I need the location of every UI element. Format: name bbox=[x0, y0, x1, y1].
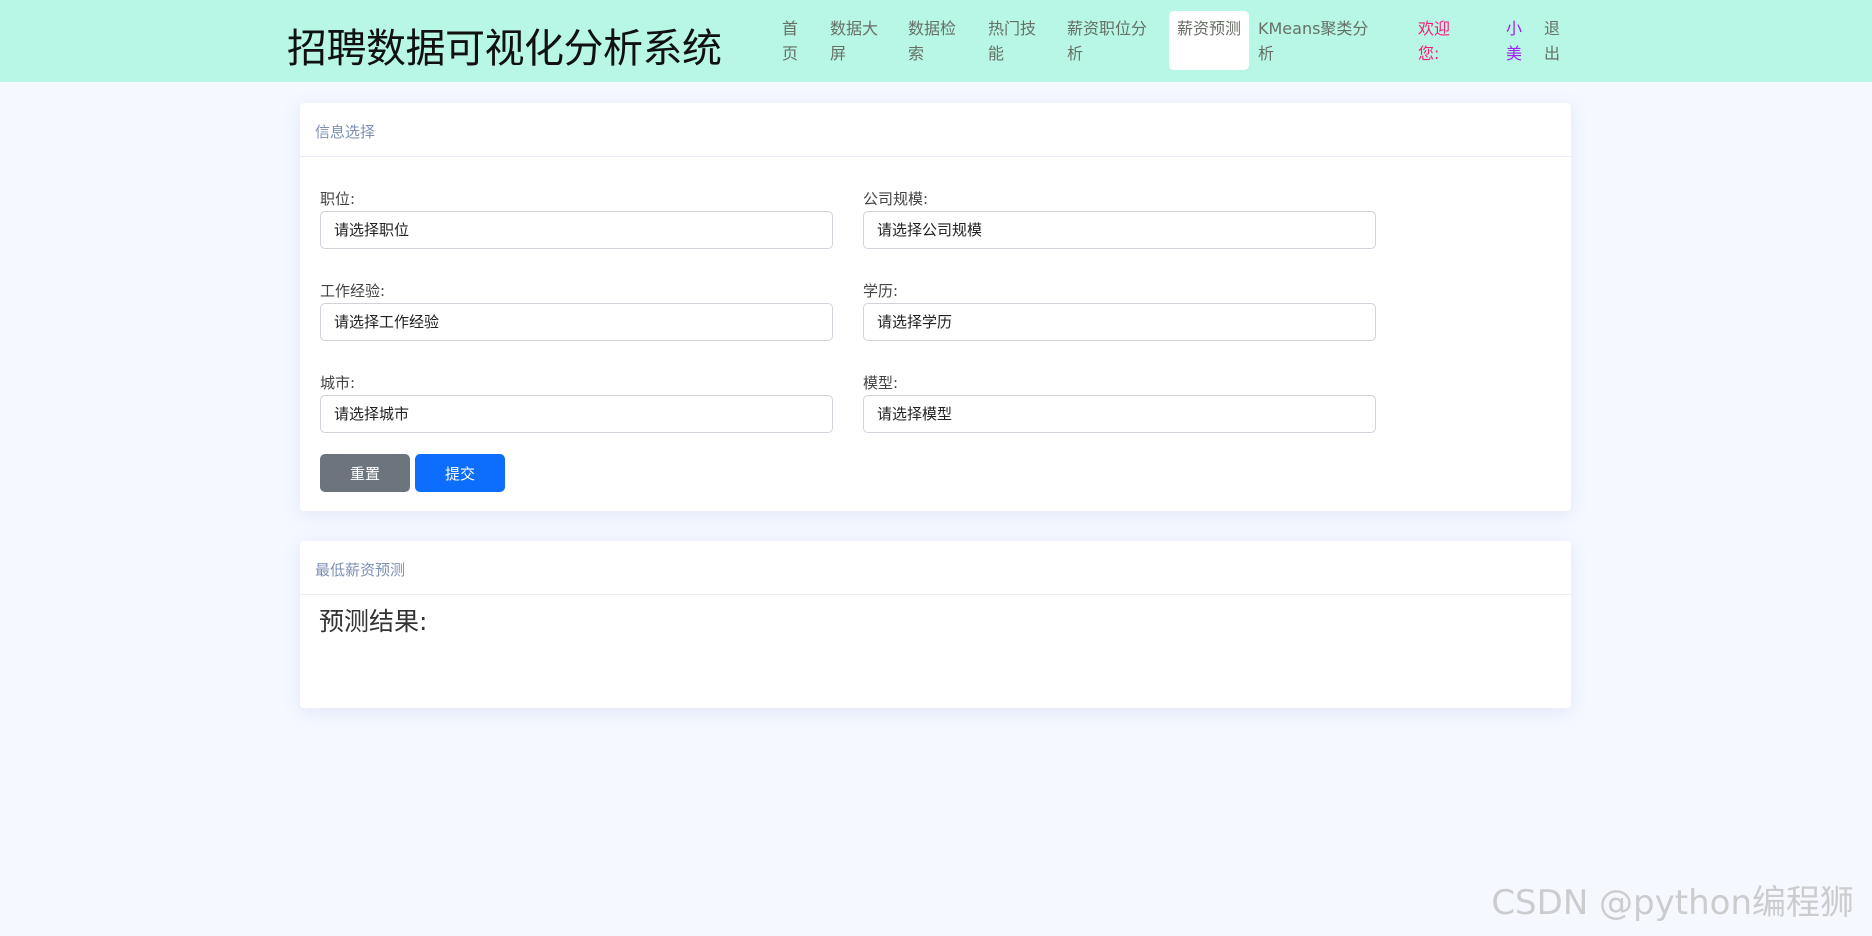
work-experience-select[interactable] bbox=[320, 303, 833, 341]
nav-salary-position-analysis[interactable]: 薪资职位分析 bbox=[1067, 16, 1149, 66]
nav-kmeans-clustering[interactable]: KMeans聚类分析 bbox=[1258, 16, 1380, 66]
prediction-result-label: 预测结果: bbox=[319, 607, 428, 636]
education-select[interactable] bbox=[863, 303, 1376, 341]
logout-link[interactable]: 退出 bbox=[1544, 16, 1562, 66]
nav-data-screen[interactable]: 数据大屏 bbox=[830, 16, 880, 66]
site-title: 招聘数据可视化分析系统 bbox=[287, 26, 722, 72]
model-label: 模型: bbox=[863, 374, 899, 392]
card-title: 信息选择 bbox=[300, 103, 1571, 157]
education-label: 学历: bbox=[863, 282, 899, 300]
welcome-text: 欢迎您: bbox=[1418, 19, 1451, 63]
info-selection-card: 信息选择 职位: 公司规模: 工作经验: 学历: 城市: 模型: 重置 提交 bbox=[300, 103, 1571, 511]
company-size-label: 公司规模: bbox=[863, 190, 929, 208]
watermark: CSDN @python编程狮 bbox=[1491, 883, 1854, 923]
work-experience-label: 工作经验: bbox=[320, 282, 386, 300]
nav-salary-prediction[interactable]: 薪资预测 bbox=[1169, 11, 1249, 70]
position-select[interactable] bbox=[320, 211, 833, 249]
min-salary-prediction-card: 最低薪资预测 预测结果: bbox=[300, 541, 1571, 708]
city-label: 城市: bbox=[320, 374, 356, 392]
nav-home[interactable]: 首页 bbox=[782, 16, 802, 66]
city-select[interactable] bbox=[320, 395, 833, 433]
submit-button[interactable]: 提交 bbox=[415, 454, 505, 492]
position-label: 职位: bbox=[320, 190, 356, 208]
reset-button[interactable]: 重置 bbox=[320, 454, 410, 492]
nav-data-search[interactable]: 数据检索 bbox=[908, 16, 958, 66]
company-size-select[interactable] bbox=[863, 211, 1376, 249]
model-select[interactable] bbox=[863, 395, 1376, 433]
username: 小美 bbox=[1506, 19, 1523, 63]
nav-hot-skills[interactable]: 热门技能 bbox=[988, 16, 1038, 66]
card-title: 最低薪资预测 bbox=[300, 541, 1571, 595]
top-header: 招聘数据可视化分析系统 首页 数据大屏 数据检索 热门技能 薪资职位分析 薪资预… bbox=[0, 0, 1872, 82]
